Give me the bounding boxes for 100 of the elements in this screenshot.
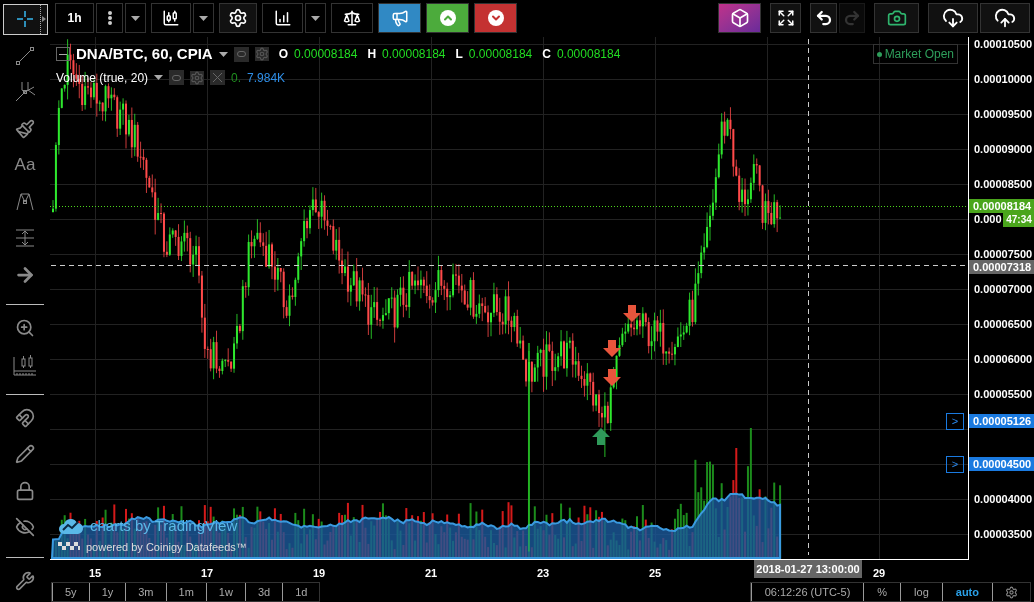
ohlc-label: O (278, 46, 289, 64)
chart-type-button[interactable] (151, 3, 191, 33)
crosshair-price-label: 0.00007318 (969, 260, 1034, 274)
more-button[interactable] (96, 3, 123, 33)
price-tick-label: 0.000 (974, 214, 1002, 225)
range-button[interactable]: 3m (125, 583, 166, 601)
pitchfork-icon (14, 81, 36, 104)
redo-icon (843, 9, 861, 27)
sell-arrow-icon (603, 340, 621, 357)
bar-chart-icon (273, 9, 292, 27)
alert-button[interactable] (378, 3, 421, 33)
chevron-up-icon (439, 10, 456, 26)
brush-icon (15, 118, 35, 139)
interval-button[interactable]: 1h (55, 3, 94, 33)
volume-value: 7.984K (247, 69, 286, 87)
ohlc-value: 0.00008184 (556, 46, 621, 64)
time-tick-label: 25 (647, 566, 663, 581)
dropdown-button[interactable] (305, 3, 326, 33)
range-button[interactable]: 1y (88, 583, 126, 601)
price-tick-label: 0.00003500 (974, 529, 1033, 540)
more-icon (107, 11, 112, 25)
range-button[interactable]: 1d (282, 583, 320, 601)
dropdown-button[interactable] (193, 3, 214, 33)
range-button[interactable]: 1m (165, 583, 206, 601)
caret-icon (199, 15, 208, 21)
fullscreen-icon (776, 9, 795, 27)
pencil-icon (15, 444, 35, 465)
range-button[interactable]: 3d (244, 583, 283, 601)
caret-icon (218, 51, 228, 57)
clock-text: 06:12:26 (UTC-5) (750, 583, 864, 601)
ohlc-value: 0.00008184 (382, 46, 446, 64)
sell-button[interactable] (474, 3, 517, 33)
ohlc-label: H (367, 46, 377, 64)
settings-icon (228, 8, 248, 28)
price-tick-label: 0.00008500 (974, 179, 1033, 190)
price-tick-label: 0.00006500 (974, 319, 1033, 330)
measure-icon (15, 228, 35, 249)
crosshair-time-label: 2018-01-27 13:00:00 (754, 560, 862, 578)
countdown-label: 47:34 (1003, 213, 1034, 227)
indicators-button[interactable] (262, 3, 303, 33)
ohlc-label: L (455, 46, 463, 64)
cloud-chart-icon (58, 517, 84, 536)
camera-icon (886, 8, 907, 28)
trend-line-icon (15, 45, 35, 66)
scale-toggle[interactable]: auto (941, 583, 992, 601)
settings-icon[interactable] (254, 47, 269, 62)
settings-button[interactable] (219, 3, 257, 33)
buy-arrow-icon (592, 428, 610, 445)
dropdown-button[interactable] (125, 3, 146, 33)
scale-toggle[interactable]: % (863, 583, 901, 601)
chevron-down-icon (487, 10, 504, 26)
crosshair-icon (16, 10, 34, 29)
price-tick-label: 0.00007500 (974, 249, 1033, 260)
range-button[interactable]: 5y (52, 583, 89, 601)
ohlc-value: 0.00008184 (294, 46, 358, 64)
buy-button[interactable] (426, 3, 469, 33)
eye-icon[interactable] (233, 46, 249, 62)
text-tool-label: Aa (14, 154, 36, 177)
drawing-tool-button[interactable] (2, 4, 48, 35)
wrench-icon (15, 570, 35, 591)
price-tick-label: 0.00010500 (974, 39, 1033, 50)
close-icon[interactable] (210, 70, 226, 85)
save-button[interactable] (980, 3, 1030, 33)
undo-button[interactable] (810, 3, 837, 33)
collapse-icon[interactable] (56, 47, 70, 62)
price-tick-label: 0.00006000 (974, 354, 1033, 365)
logo-button[interactable] (718, 3, 761, 33)
fullscreen-button[interactable] (770, 3, 801, 33)
drawing-tool-button[interactable]: Aa (2, 149, 48, 181)
range-button[interactable]: 1w (205, 583, 245, 601)
checkered-flag-icon (58, 542, 80, 552)
cloud-upload-icon (994, 7, 1016, 29)
alert-price-label: 0.00005126 (969, 414, 1034, 428)
time-tick-label: 15 (87, 566, 103, 581)
price-tick-label: 0.00007000 (974, 284, 1033, 295)
settings-icon[interactable] (190, 70, 205, 85)
time-tick-label: 23 (535, 566, 551, 581)
undo-icon (814, 9, 833, 27)
caret-icon (131, 15, 140, 21)
time-tick-label: 21 (423, 566, 439, 581)
caret-icon (154, 75, 164, 80)
alert-marker-button[interactable]: > (946, 456, 964, 473)
symbol-title[interactable]: DNA/BTC, 60, CPIA (76, 43, 213, 66)
time-tick-label: 17 (199, 566, 215, 581)
zoom-in-icon (15, 318, 35, 339)
magnet-icon (15, 407, 35, 428)
eye-icon[interactable] (169, 70, 185, 85)
alert-price-label: 0.00004500 (969, 457, 1034, 471)
alert-marker-button[interactable]: > (946, 413, 964, 430)
pattern-icon (14, 190, 36, 213)
branding-subtitle: powered by Coinigy Datafeeds™ (86, 539, 247, 555)
snapshot-button[interactable] (874, 3, 919, 33)
caret-icon (311, 15, 320, 21)
scale-toggle[interactable]: log (900, 583, 942, 601)
ohlc-value: 0.00008184 (468, 46, 533, 64)
eye-off-icon (15, 517, 35, 538)
cube-icon (729, 8, 750, 28)
load-button[interactable] (928, 3, 978, 33)
compare-button[interactable] (331, 3, 373, 33)
ohlc-label: C (542, 46, 551, 64)
